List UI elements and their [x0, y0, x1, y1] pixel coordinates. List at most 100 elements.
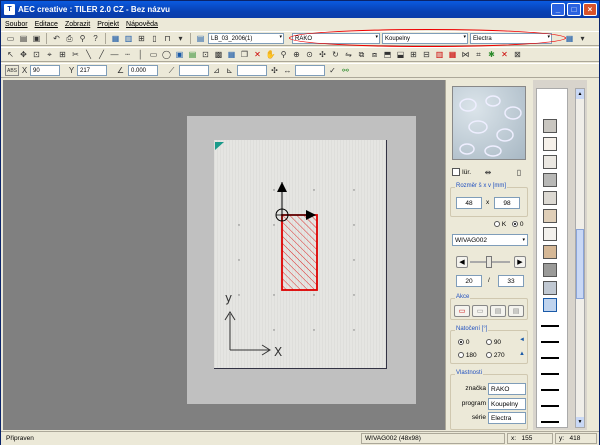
- view-icon[interactable]: ▦: [110, 33, 121, 44]
- flip-h-icon[interactable]: ⇹: [482, 166, 494, 178]
- rot-0[interactable]: 0: [458, 339, 469, 346]
- close-button[interactable]: ×: [583, 3, 597, 16]
- drawing-canvas[interactable]: y X: [3, 80, 445, 430]
- fill-icon[interactable]: ▦: [226, 49, 237, 60]
- length-input[interactable]: [237, 65, 267, 76]
- rot-90[interactable]: 90: [486, 339, 501, 346]
- tile-swatch[interactable]: [543, 119, 557, 133]
- cursor-icon[interactable]: ⌖: [44, 49, 55, 60]
- front-icon[interactable]: ⬒: [382, 49, 393, 60]
- save-icon[interactable]: ▣: [31, 33, 42, 44]
- move-icon[interactable]: ✥: [18, 49, 29, 60]
- tile-list[interactable]: [536, 88, 568, 428]
- spacing-input[interactable]: [295, 65, 325, 76]
- zoom-region-icon[interactable]: ⊡: [31, 49, 42, 60]
- pointer-icon[interactable]: ↖: [5, 49, 16, 60]
- width-input[interactable]: 48: [456, 197, 482, 209]
- rot-180-radio[interactable]: [458, 352, 464, 359]
- scroll-up-button[interactable]: ▲: [576, 89, 584, 99]
- wall-tile-area[interactable]: y X: [214, 140, 387, 369]
- tile-grid-icon[interactable]: ▦: [564, 33, 575, 44]
- maximize-button[interactable]: □: [567, 3, 581, 16]
- rot-90-radio[interactable]: [486, 339, 492, 346]
- grid2-icon[interactable]: ⊞: [408, 49, 419, 60]
- point-icon[interactable]: ✣: [269, 65, 280, 76]
- dash-icon[interactable]: ┄: [122, 49, 133, 60]
- menu-zobrazit[interactable]: Zobrazit: [65, 21, 90, 28]
- circle-icon[interactable]: ◯: [161, 49, 172, 60]
- manufacturer-select[interactable]: RAKO ▾: [292, 33, 380, 44]
- border-line-swatch[interactable]: [541, 421, 559, 423]
- prop-brand-field[interactable]: RAKO: [488, 383, 526, 395]
- copy-icon[interactable]: ❐: [239, 49, 250, 60]
- zoom-fit-icon[interactable]: ⊕: [291, 49, 302, 60]
- catalog-select[interactable]: LB_03_2006(1) ▾: [208, 33, 284, 44]
- layout-icon[interactable]: ▥: [123, 33, 134, 44]
- new-icon[interactable]: ▭: [5, 33, 16, 44]
- snap-icon[interactable]: ⌗: [473, 49, 484, 60]
- open-icon[interactable]: ▤: [18, 33, 29, 44]
- prop-program-field[interactable]: Koupelny: [488, 398, 526, 410]
- distance-input[interactable]: [179, 65, 209, 76]
- measure-icon[interactable]: ⊿: [211, 65, 222, 76]
- delete-icon[interactable]: ✕: [252, 49, 263, 60]
- room-icon[interactable]: ⊓: [162, 33, 173, 44]
- border-line-swatch[interactable]: [541, 373, 559, 375]
- grid-icon[interactable]: ⊞: [136, 33, 147, 44]
- action-3-button[interactable]: ▤: [490, 305, 506, 317]
- minimize-button[interactable]: _: [551, 3, 565, 16]
- back-icon[interactable]: ⬓: [395, 49, 406, 60]
- cut-icon[interactable]: ✂: [70, 49, 81, 60]
- pattern2-icon[interactable]: ▦: [447, 49, 458, 60]
- slider-left-button[interactable]: ◀: [456, 256, 468, 268]
- menu-napoveda[interactable]: Nápověda: [126, 21, 158, 28]
- select-all-icon[interactable]: ⊠: [512, 49, 523, 60]
- border-line-swatch[interactable]: [541, 389, 559, 391]
- abs-toggle[interactable]: ABS: [5, 65, 19, 76]
- tile-strip-scrollbar[interactable]: ▲ ▼: [575, 88, 585, 428]
- link-icon[interactable]: ⚯: [340, 65, 351, 76]
- x-coord-input[interactable]: 90: [30, 65, 60, 76]
- line-icon[interactable]: ╲: [83, 49, 94, 60]
- radio-k-button[interactable]: [494, 221, 500, 228]
- tile-swatch[interactable]: [543, 263, 557, 277]
- wall-icon[interactable]: ▯: [149, 33, 160, 44]
- y-arrow-handle[interactable]: [277, 182, 287, 192]
- prop-series-field[interactable]: Electra: [488, 412, 526, 424]
- action-2-button[interactable]: ▭: [472, 305, 488, 317]
- tile-swatch[interactable]: [543, 209, 557, 223]
- tile-icon[interactable]: ▣: [174, 49, 185, 60]
- align-icon[interactable]: ⊞: [57, 49, 68, 60]
- tile-swatch[interactable]: [543, 155, 557, 169]
- rotate-left-icon[interactable]: ◄: [518, 336, 526, 344]
- height-input[interactable]: 98: [494, 197, 520, 209]
- pattern-icon[interactable]: ▥: [434, 49, 445, 60]
- hand-icon[interactable]: ✋: [265, 49, 276, 60]
- texture-icon[interactable]: ▩: [213, 49, 224, 60]
- tile-code-select[interactable]: WIVAG002 ▾: [452, 234, 528, 246]
- slider-left-value[interactable]: 20: [456, 275, 482, 287]
- rot-270-radio[interactable]: [486, 352, 492, 359]
- slider-right-button[interactable]: ▶: [514, 256, 526, 268]
- radio-o[interactable]: 0: [512, 221, 523, 228]
- menu-editace[interactable]: Editace: [35, 21, 58, 28]
- rot-0-radio[interactable]: [458, 339, 464, 346]
- selected-tile[interactable]: [281, 214, 318, 291]
- tile-swatch-selected[interactable]: [543, 298, 557, 312]
- rotate-icon[interactable]: ↻: [330, 49, 341, 60]
- rot-180[interactable]: 180: [458, 352, 477, 359]
- border-line-swatch[interactable]: [541, 357, 559, 359]
- apply-icon[interactable]: ✓: [327, 65, 338, 76]
- radio-k[interactable]: K: [494, 221, 506, 228]
- erase-icon[interactable]: ✕: [499, 49, 510, 60]
- y-coord-input[interactable]: 217: [77, 65, 107, 76]
- dist-icon[interactable]: ↔: [282, 65, 293, 76]
- border-line-swatch[interactable]: [541, 325, 559, 327]
- action-4-button[interactable]: ▤: [508, 305, 524, 317]
- action-1-button[interactable]: ▭: [454, 305, 470, 317]
- image-icon[interactable]: ▤: [187, 49, 198, 60]
- mark-icon[interactable]: ✱: [486, 49, 497, 60]
- tile-swatch[interactable]: [543, 137, 557, 151]
- zoom-page-icon[interactable]: ⊙: [304, 49, 315, 60]
- rot-270[interactable]: 270: [486, 352, 505, 359]
